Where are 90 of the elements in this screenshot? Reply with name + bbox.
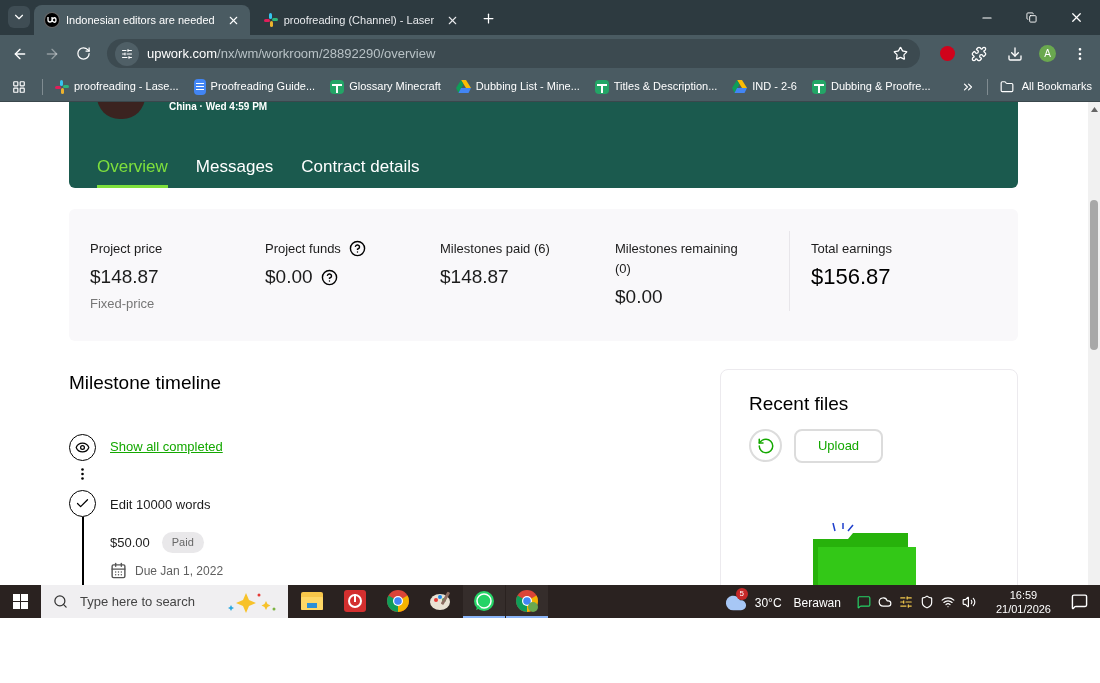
address-bar[interactable]: upwork.com/nx/wm/workroom/28892290/overview bbox=[107, 39, 920, 68]
refresh-icon bbox=[756, 436, 775, 455]
shield-icon[interactable] bbox=[919, 594, 934, 609]
tab-search-button[interactable] bbox=[8, 6, 30, 28]
due-date: Due Jan 1, 2022 bbox=[135, 562, 224, 580]
drive-icon bbox=[732, 80, 748, 93]
chrome-icon bbox=[516, 589, 538, 612]
reload-icon[interactable] bbox=[76, 46, 91, 61]
scroll-up-icon[interactable] bbox=[1090, 107, 1098, 112]
chrome-icon bbox=[387, 589, 409, 612]
tray-app-icon[interactable] bbox=[898, 594, 913, 609]
bookmark-item[interactable]: Glossary Minecraft bbox=[330, 78, 441, 95]
tab-title: Indonesian editors are needed bbox=[66, 12, 215, 28]
bookmark-item[interactable]: Proofreading Guide... bbox=[193, 78, 316, 95]
status-badge: Paid bbox=[161, 532, 204, 553]
notifications-icon[interactable] bbox=[1071, 593, 1088, 610]
scroll-thumb[interactable] bbox=[1090, 200, 1098, 350]
restore-icon[interactable] bbox=[1026, 12, 1037, 23]
search-placeholder: Type here to search bbox=[80, 592, 196, 611]
notification-badge: 5 bbox=[735, 588, 748, 600]
folder-icon bbox=[301, 591, 323, 610]
apps-icon[interactable] bbox=[12, 79, 26, 94]
stat-value: $156.87 bbox=[811, 265, 891, 289]
clock[interactable]: 16:59 21/01/2026 bbox=[995, 587, 1051, 616]
stat-label: Project funds bbox=[265, 240, 341, 258]
stat-value: $0.00 bbox=[265, 265, 313, 289]
stat-label: Milestones remaining (0) bbox=[615, 240, 739, 278]
windows-logo bbox=[13, 594, 28, 609]
dots-icon bbox=[81, 467, 84, 480]
stat-value: $148.87 bbox=[90, 265, 159, 289]
power-icon bbox=[344, 589, 366, 612]
download-icon[interactable] bbox=[1007, 45, 1023, 62]
temperature: 30°C bbox=[754, 594, 782, 612]
calendar-icon bbox=[110, 562, 127, 579]
folder-icon bbox=[999, 79, 1014, 94]
milestone-title: Edit 10000 words bbox=[110, 495, 212, 514]
tab-title: proofreading (Channel) - Laser bbox=[283, 12, 435, 28]
clock-date: 21/01/2026 bbox=[995, 601, 1051, 616]
slack-icon bbox=[55, 79, 69, 94]
help-icon[interactable] bbox=[348, 240, 366, 257]
palette-icon bbox=[430, 590, 452, 611]
bookmark-item[interactable]: IND - 2-6 bbox=[732, 78, 797, 95]
card-title: Recent files bbox=[749, 392, 850, 416]
help-icon[interactable] bbox=[320, 268, 338, 286]
wifi-icon[interactable] bbox=[940, 594, 955, 609]
page-tab[interactable]: Contract details bbox=[301, 153, 420, 188]
slack-icon bbox=[263, 13, 278, 27]
taskbar-app[interactable] bbox=[506, 585, 548, 618]
browser-tab[interactable]: proofreading (Channel) - Laser bbox=[253, 5, 470, 35]
upwork-icon bbox=[44, 12, 60, 28]
stat-subtitle: Fixed-price bbox=[90, 295, 156, 313]
stat-label: Milestones paid (6) bbox=[440, 240, 550, 258]
refresh-button[interactable] bbox=[749, 429, 782, 462]
clock-time: 16:59 bbox=[1009, 587, 1038, 602]
bookmark-star-icon[interactable] bbox=[893, 46, 908, 61]
stat-label: Total earnings bbox=[811, 240, 892, 258]
url-text: upwork.com/nx/wm/workroom/28892290/overview bbox=[147, 44, 437, 63]
browser-tab[interactable]: Indonesian editors are needed bbox=[34, 5, 250, 35]
page-tab[interactable]: Overview bbox=[97, 153, 168, 188]
weather-widget[interactable]: 5 30°C Berawan bbox=[724, 585, 841, 618]
all-bookmarks-item[interactable]: All Bookmarks bbox=[999, 78, 1092, 95]
bookmark-item[interactable]: proofreading - Lase... bbox=[55, 78, 179, 95]
section-title: Milestone timeline bbox=[69, 371, 223, 395]
milestone-amount: $50.00 bbox=[110, 533, 150, 552]
bookmark-item[interactable]: Dubbing List - Mine... bbox=[455, 78, 580, 95]
spreadsheet-icon bbox=[330, 79, 345, 94]
page-tab[interactable]: Messages bbox=[195, 153, 274, 188]
drive-icon bbox=[455, 80, 471, 93]
site-settings-icon[interactable] bbox=[115, 41, 139, 66]
bookmark-item[interactable]: Titles & Description... bbox=[594, 78, 718, 95]
close-icon[interactable] bbox=[1069, 10, 1084, 25]
weather-condition: Berawan bbox=[793, 594, 841, 612]
cloud-sync-icon[interactable] bbox=[877, 594, 892, 609]
spreadsheet-icon bbox=[811, 79, 826, 94]
taskbar-search-field[interactable]: Type here to search bbox=[41, 585, 288, 618]
extensions-icon[interactable] bbox=[971, 45, 987, 62]
client-meta: China · Wed 4:59 PM bbox=[169, 102, 268, 114]
bookmark-item[interactable]: Dubbing & Proofre... bbox=[811, 78, 931, 95]
chat-tray-icon[interactable] bbox=[856, 594, 871, 609]
search-icon bbox=[53, 594, 68, 609]
new-tab-icon[interactable] bbox=[481, 11, 497, 26]
taskbar-app[interactable] bbox=[463, 585, 505, 618]
stat-value: $0.00 bbox=[615, 285, 663, 309]
stat-label: Project price bbox=[90, 240, 163, 258]
chat-icon bbox=[473, 589, 495, 612]
document-icon bbox=[193, 78, 206, 95]
volume-icon[interactable] bbox=[961, 594, 976, 609]
scrollbar[interactable] bbox=[1088, 102, 1100, 585]
spreadsheet-icon bbox=[594, 79, 609, 94]
stat-value: $148.87 bbox=[440, 265, 509, 289]
